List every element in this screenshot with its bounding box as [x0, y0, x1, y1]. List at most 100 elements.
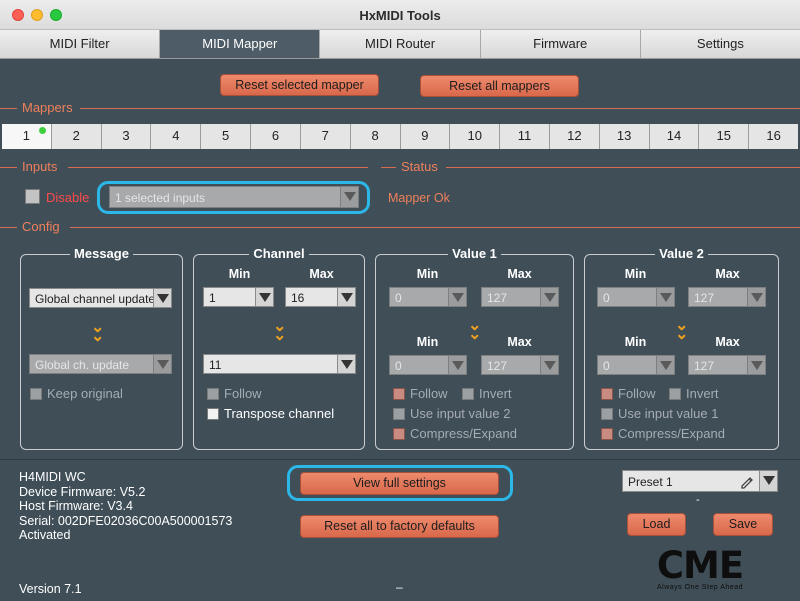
chevron-double-down-icon: ⌄ ⌄ [675, 317, 689, 343]
chevron-double-down-icon: ⌄ ⌄ [91, 319, 105, 345]
reset-all-mappers-button[interactable]: Reset all mappers [420, 75, 579, 97]
value2-panel: Value 2 Min Max 0 127 ⌄ ⌄ Min Max 0 127 F… [584, 246, 779, 450]
active-indicator-icon [38, 127, 46, 134]
tab-midi-filter[interactable]: MIDI Filter [0, 30, 161, 58]
chevron-double-down-icon: ⌄ ⌄ [468, 317, 482, 343]
tab-midi-mapper[interactable]: MIDI Mapper [160, 30, 321, 58]
value2-compress-checkbox[interactable] [601, 428, 613, 440]
pencil-icon[interactable] [739, 474, 755, 490]
channel-max-label: Max [309, 267, 334, 281]
chevron-down-icon [153, 355, 171, 373]
value2-max2-label: Max [715, 335, 740, 349]
mapper-tab-14[interactable]: 14 [649, 124, 700, 149]
preset-select[interactable]: Preset 1 [622, 470, 778, 492]
value1-use-input-label: Use input value 2 [410, 406, 511, 421]
value1-max-label: Max [507, 267, 532, 281]
mapper-tab-5[interactable]: 5 [201, 124, 252, 149]
message-panel-title: Message [70, 246, 133, 261]
tab-firmware[interactable]: Firmware [480, 30, 641, 58]
message-type-select[interactable]: Global channel update [29, 288, 172, 308]
mapper-tab-4[interactable]: 4 [151, 124, 202, 149]
value1-compress-checkbox[interactable] [393, 428, 405, 440]
mapper-tab-10[interactable]: 10 [450, 124, 501, 149]
value1-min-label: Min [416, 267, 439, 281]
chevron-down-icon [153, 289, 171, 307]
value1-invert-label: Invert [479, 386, 512, 401]
tab-settings[interactable]: Settings [640, 30, 800, 58]
mapper-tabs: 1 2 3 4 5 6 7 8 9 10 11 12 13 14 15 16 [2, 124, 798, 149]
channel-panel-title: Channel [249, 246, 309, 261]
chevron-down-icon [540, 288, 558, 306]
channel-min-label: Min [228, 267, 251, 281]
status-text: Mapper Ok [388, 191, 450, 205]
serial-number: Serial: 002DFE02036C00A500001573 [19, 514, 233, 528]
mappers-section-header: Mappers [0, 100, 800, 115]
message-panel: Message Global channel update ⌄ ⌄ Global … [20, 246, 183, 450]
transpose-channel-checkbox[interactable] [207, 408, 219, 420]
mapper-tab-16[interactable]: 16 [749, 124, 798, 149]
keep-original-checkbox[interactable] [30, 388, 42, 400]
device-name: H4MIDI WC [19, 470, 86, 484]
channel-follow-checkbox[interactable] [207, 388, 219, 400]
inputs-section-header: Inputs Status [0, 159, 800, 174]
chevron-down-icon [255, 288, 273, 306]
chevron-down-icon [337, 355, 355, 373]
channel-target-select[interactable]: 11 [203, 354, 356, 374]
message-target-select[interactable]: Global ch. update [29, 354, 172, 374]
transpose-channel-label: Transpose channel [224, 406, 335, 421]
mapper-tab-13[interactable]: 13 [599, 124, 650, 149]
value1-follow-checkbox[interactable] [393, 388, 405, 400]
value1-panel: Value 1 Min Max 0 127 ⌄ ⌄ Min Max 0 127 F… [375, 246, 574, 450]
chevron-down-icon [448, 356, 466, 374]
mapper-tab-7[interactable]: 7 [300, 124, 351, 149]
load-button[interactable]: Load [627, 513, 686, 536]
reset-factory-defaults-button[interactable]: Reset all to factory defaults [300, 515, 499, 538]
config-section-header: Config [0, 219, 800, 234]
disable-checkbox[interactable] [25, 189, 40, 204]
chevron-down-icon [337, 288, 355, 306]
value2-panel-title: Value 2 [655, 246, 708, 261]
value1-min2-select[interactable]: 0 [389, 355, 467, 375]
mapper-tab-3[interactable]: 3 [101, 124, 152, 149]
value1-max-select[interactable]: 127 [481, 287, 559, 307]
value2-follow-checkbox[interactable] [601, 388, 613, 400]
mapper-tab-8[interactable]: 8 [350, 124, 401, 149]
value2-min-select[interactable]: 0 [597, 287, 675, 307]
value1-invert-checkbox[interactable] [462, 388, 474, 400]
value1-max2-select[interactable]: 127 [481, 355, 559, 375]
footer-center-mark: – [396, 580, 403, 594]
mapper-tab-12[interactable]: 12 [549, 124, 600, 149]
keep-original-label: Keep original [47, 386, 123, 401]
chevron-down-icon [448, 288, 466, 306]
value2-invert-checkbox[interactable] [669, 388, 681, 400]
value2-min2-select[interactable]: 0 [597, 355, 675, 375]
value2-compress-label: Compress/Expand [618, 426, 725, 441]
mapper-tab-2[interactable]: 2 [51, 124, 102, 149]
mapper-tab-9[interactable]: 9 [400, 124, 451, 149]
value1-follow-label: Follow [410, 386, 448, 401]
bottom-divider [0, 459, 800, 460]
inputs-select[interactable]: 1 selected inputs [109, 186, 359, 208]
save-button[interactable]: Save [713, 513, 773, 536]
mapper-tab-11[interactable]: 11 [500, 124, 550, 149]
value2-use-input-checkbox[interactable] [601, 408, 613, 420]
mapper-tab-1[interactable]: 1 [2, 124, 52, 149]
reset-selected-mapper-button[interactable]: Reset selected mapper [220, 74, 379, 96]
value1-panel-title: Value 1 [448, 246, 501, 261]
value1-min-select[interactable]: 0 [389, 287, 467, 307]
channel-min-select[interactable]: 1 [203, 287, 274, 307]
value2-max2-select[interactable]: 127 [688, 355, 766, 375]
chevron-down-icon [747, 356, 765, 374]
value2-max-select[interactable]: 127 [688, 287, 766, 307]
mapper-tab-15[interactable]: 15 [699, 124, 750, 149]
activation-status: Activated [19, 528, 71, 542]
window-title: HxMIDI Tools [359, 8, 441, 23]
channel-panel: Channel Min Max 1 16 ⌄ ⌄ 11 Follow Transp… [193, 246, 365, 450]
value1-max2-label: Max [507, 335, 532, 349]
channel-max-select[interactable]: 16 [285, 287, 356, 307]
preset-dash: - [696, 494, 700, 506]
view-full-settings-button[interactable]: View full settings [300, 472, 499, 495]
mapper-tab-6[interactable]: 6 [251, 124, 301, 149]
tab-midi-router[interactable]: MIDI Router [320, 30, 481, 58]
value1-use-input-checkbox[interactable] [393, 408, 405, 420]
